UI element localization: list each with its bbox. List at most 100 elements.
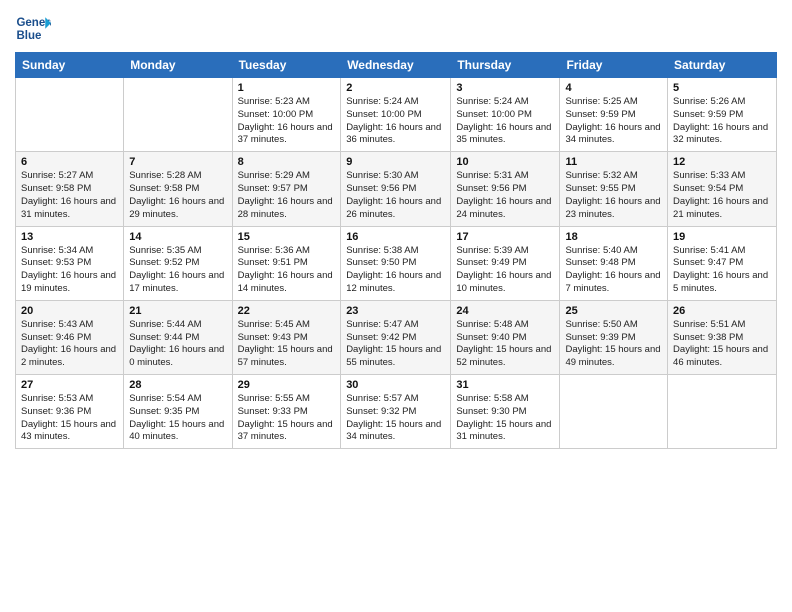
day-number: 3 <box>456 82 554 94</box>
day-info: Sunrise: 5:40 AMSunset: 9:48 PMDaylight:… <box>565 245 662 296</box>
day-info: Sunrise: 5:43 AMSunset: 9:46 PMDaylight:… <box>21 319 118 370</box>
day-number: 31 <box>456 379 554 391</box>
day-number: 23 <box>346 305 445 317</box>
day-number: 28 <box>129 379 226 391</box>
day-number: 22 <box>238 305 336 317</box>
day-number: 14 <box>129 231 226 243</box>
calendar-cell: 5 Sunrise: 5:26 AMSunset: 9:59 PMDaylight… <box>668 78 777 152</box>
logo-svg: General Blue <box>15 10 51 46</box>
day-number: 13 <box>21 231 118 243</box>
day-info: Sunrise: 5:47 AMSunset: 9:42 PMDaylight:… <box>346 319 445 370</box>
day-number: 12 <box>673 156 771 168</box>
day-info: Sunrise: 5:24 AMSunset: 10:00 PMDaylight… <box>456 96 554 147</box>
day-number: 10 <box>456 156 554 168</box>
day-info: Sunrise: 5:48 AMSunset: 9:40 PMDaylight:… <box>456 319 554 370</box>
day-number: 2 <box>346 82 445 94</box>
week-row-4: 20 Sunrise: 5:43 AMSunset: 9:46 PMDayligh… <box>16 300 777 374</box>
calendar-cell <box>668 375 777 449</box>
day-number: 18 <box>565 231 662 243</box>
calendar-cell: 16 Sunrise: 5:38 AMSunset: 9:50 PMDayligh… <box>341 226 451 300</box>
calendar-cell: 1Sunrise: 5:23 AMSunset: 10:00 PMDayligh… <box>232 78 341 152</box>
calendar-cell: 30 Sunrise: 5:57 AMSunset: 9:32 PMDayligh… <box>341 375 451 449</box>
day-info: Sunrise: 5:25 AMSunset: 9:59 PMDaylight:… <box>565 96 662 147</box>
day-number: 16 <box>346 231 445 243</box>
day-info: Sunrise: 5:24 AMSunset: 10:00 PMDaylight… <box>346 96 445 147</box>
day-number: 19 <box>673 231 771 243</box>
weekday-header-thursday: Thursday <box>451 53 560 78</box>
calendar-cell: 4Sunrise: 5:25 AMSunset: 9:59 PMDaylight… <box>560 78 668 152</box>
day-info: Sunrise: 5:34 AMSunset: 9:53 PMDaylight:… <box>21 245 118 296</box>
weekday-header-monday: Monday <box>124 53 232 78</box>
calendar-cell: 9 Sunrise: 5:30 AMSunset: 9:56 PMDaylight… <box>341 152 451 226</box>
day-number: 8 <box>238 156 336 168</box>
week-row-2: 6Sunrise: 5:27 AMSunset: 9:58 PMDaylight… <box>16 152 777 226</box>
calendar-cell: 31 Sunrise: 5:58 AMSunset: 9:30 PMDayligh… <box>451 375 560 449</box>
weekday-header-friday: Friday <box>560 53 668 78</box>
calendar-cell: 10 Sunrise: 5:31 AMSunset: 9:56 PMDayligh… <box>451 152 560 226</box>
calendar-cell: 2 Sunrise: 5:24 AMSunset: 10:00 PMDayligh… <box>341 78 451 152</box>
calendar-cell: 23 Sunrise: 5:47 AMSunset: 9:42 PMDayligh… <box>341 300 451 374</box>
day-number: 30 <box>346 379 445 391</box>
calendar-cell: 8 Sunrise: 5:29 AMSunset: 9:57 PMDaylight… <box>232 152 341 226</box>
svg-text:Blue: Blue <box>16 30 42 42</box>
calendar-cell: 21 Sunrise: 5:44 AMSunset: 9:44 PMDayligh… <box>124 300 232 374</box>
page: General Blue SundayMondayTuesdayWednesda… <box>0 0 792 612</box>
day-info: Sunrise: 5:51 AMSunset: 9:38 PMDaylight:… <box>673 319 771 370</box>
weekday-header-saturday: Saturday <box>668 53 777 78</box>
day-info: Sunrise: 5:44 AMSunset: 9:44 PMDaylight:… <box>129 319 226 370</box>
day-info: Sunrise: 5:28 AMSunset: 9:58 PMDaylight:… <box>129 170 226 221</box>
day-info: Sunrise: 5:31 AMSunset: 9:56 PMDaylight:… <box>456 170 554 221</box>
day-info: Sunrise: 5:50 AMSunset: 9:39 PMDaylight:… <box>565 319 662 370</box>
header: General Blue <box>15 10 777 46</box>
calendar-cell <box>124 78 232 152</box>
day-number: 27 <box>21 379 118 391</box>
day-number: 15 <box>238 231 336 243</box>
calendar-cell: 13 Sunrise: 5:34 AMSunset: 9:53 PMDayligh… <box>16 226 124 300</box>
calendar-cell: 3 Sunrise: 5:24 AMSunset: 10:00 PMDayligh… <box>451 78 560 152</box>
day-info: Sunrise: 5:41 AMSunset: 9:47 PMDaylight:… <box>673 245 771 296</box>
day-number: 6 <box>21 156 118 168</box>
calendar-cell: 18 Sunrise: 5:40 AMSunset: 9:48 PMDayligh… <box>560 226 668 300</box>
day-number: 25 <box>565 305 662 317</box>
calendar-cell: 12 Sunrise: 5:33 AMSunset: 9:54 PMDayligh… <box>668 152 777 226</box>
day-number: 24 <box>456 305 554 317</box>
weekday-header-wednesday: Wednesday <box>341 53 451 78</box>
day-info: Sunrise: 5:26 AMSunset: 9:59 PMDaylight:… <box>673 96 771 147</box>
calendar-cell: 15 Sunrise: 5:36 AMSunset: 9:51 PMDayligh… <box>232 226 341 300</box>
day-info: Sunrise: 5:33 AMSunset: 9:54 PMDaylight:… <box>673 170 771 221</box>
day-number: 21 <box>129 305 226 317</box>
calendar-cell: 19 Sunrise: 5:41 AMSunset: 9:47 PMDayligh… <box>668 226 777 300</box>
day-number: 9 <box>346 156 445 168</box>
calendar-cell: 11Sunrise: 5:32 AMSunset: 9:55 PMDayligh… <box>560 152 668 226</box>
day-info: Sunrise: 5:38 AMSunset: 9:50 PMDaylight:… <box>346 245 445 296</box>
day-info: Sunrise: 5:39 AMSunset: 9:49 PMDaylight:… <box>456 245 554 296</box>
calendar-cell: 25 Sunrise: 5:50 AMSunset: 9:39 PMDayligh… <box>560 300 668 374</box>
day-info: Sunrise: 5:35 AMSunset: 9:52 PMDaylight:… <box>129 245 226 296</box>
day-info: Sunrise: 5:29 AMSunset: 9:57 PMDaylight:… <box>238 170 336 221</box>
day-info: Sunrise: 5:58 AMSunset: 9:30 PMDaylight:… <box>456 393 554 444</box>
logo: General Blue <box>15 10 23 46</box>
weekday-header-row: SundayMondayTuesdayWednesdayThursdayFrid… <box>16 53 777 78</box>
day-info: Sunrise: 5:54 AMSunset: 9:35 PMDaylight:… <box>129 393 226 444</box>
day-info: Sunrise: 5:55 AMSunset: 9:33 PMDaylight:… <box>238 393 336 444</box>
calendar-cell: 22 Sunrise: 5:45 AMSunset: 9:43 PMDayligh… <box>232 300 341 374</box>
calendar-cell: 17 Sunrise: 5:39 AMSunset: 9:49 PMDayligh… <box>451 226 560 300</box>
day-info: Sunrise: 5:45 AMSunset: 9:43 PMDaylight:… <box>238 319 336 370</box>
weekday-header-tuesday: Tuesday <box>232 53 341 78</box>
calendar-cell <box>16 78 124 152</box>
day-number: 5 <box>673 82 771 94</box>
calendar-cell: 26Sunrise: 5:51 AMSunset: 9:38 PMDayligh… <box>668 300 777 374</box>
day-info: Sunrise: 5:36 AMSunset: 9:51 PMDaylight:… <box>238 245 336 296</box>
day-info: Sunrise: 5:57 AMSunset: 9:32 PMDaylight:… <box>346 393 445 444</box>
day-info: Sunrise: 5:30 AMSunset: 9:56 PMDaylight:… <box>346 170 445 221</box>
day-number: 17 <box>456 231 554 243</box>
day-number: 1 <box>238 82 336 94</box>
day-number: 7 <box>129 156 226 168</box>
weekday-header-sunday: Sunday <box>16 53 124 78</box>
calendar-cell: 7 Sunrise: 5:28 AMSunset: 9:58 PMDaylight… <box>124 152 232 226</box>
day-number: 20 <box>21 305 118 317</box>
calendar-cell: 20 Sunrise: 5:43 AMSunset: 9:46 PMDayligh… <box>16 300 124 374</box>
week-row-3: 13 Sunrise: 5:34 AMSunset: 9:53 PMDayligh… <box>16 226 777 300</box>
calendar-cell: 27Sunrise: 5:53 AMSunset: 9:36 PMDayligh… <box>16 375 124 449</box>
calendar-cell: 24 Sunrise: 5:48 AMSunset: 9:40 PMDayligh… <box>451 300 560 374</box>
